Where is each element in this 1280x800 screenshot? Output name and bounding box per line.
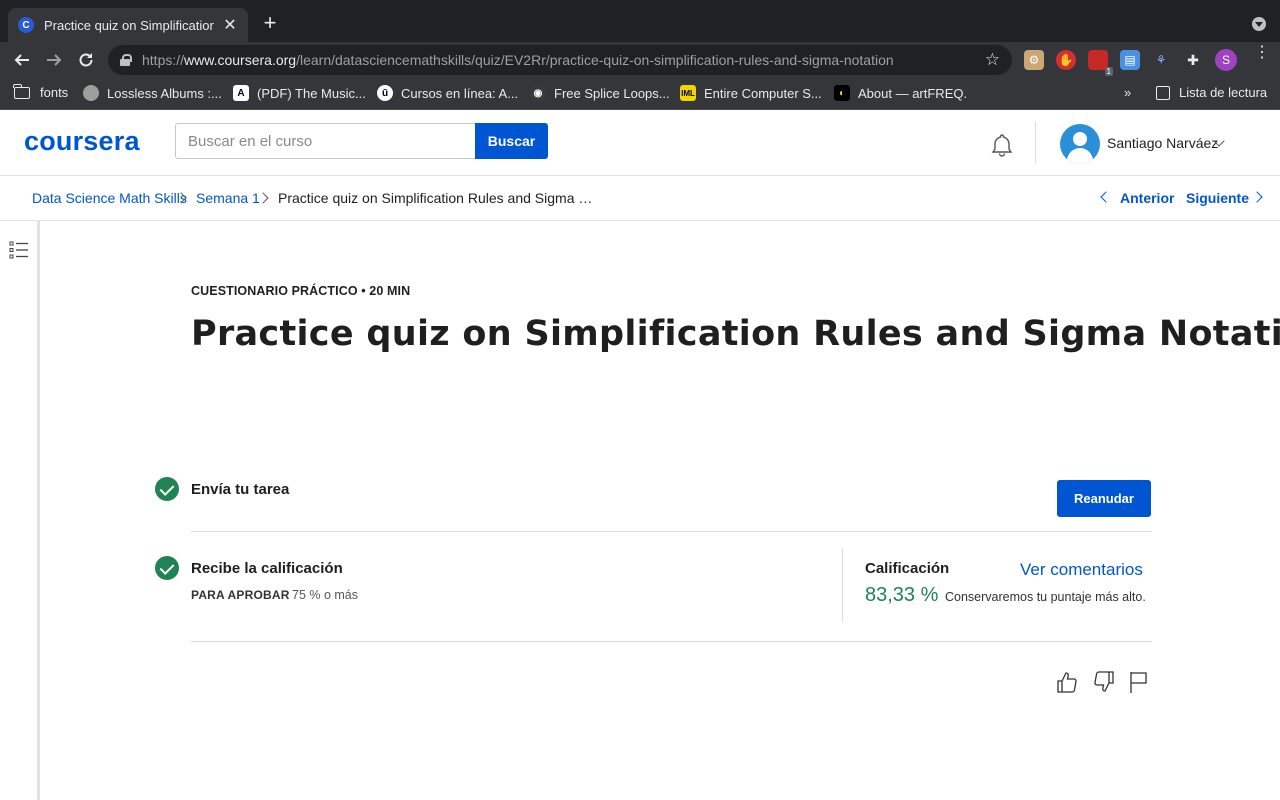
tab-search-icon[interactable]	[1252, 17, 1266, 31]
bookmark-item[interactable]: Lossless Albums :...	[83, 85, 222, 101]
step-submit-label: Envía tu tarea	[191, 481, 290, 498]
more-bookmarks-icon[interactable]: »	[1124, 85, 1131, 100]
breadcrumb: Data Science Math Skills Semana 1 Practi…	[0, 176, 1280, 221]
quiz-eyebrow: CUESTIONARIO PRÁCTICO • 20 MIN	[191, 284, 411, 298]
section-divider	[191, 641, 1152, 642]
grade-value: 83,33 %	[865, 584, 939, 606]
address-bar[interactable]: https://www.coursera.org/learn/datascien…	[108, 45, 1012, 75]
extension-icon[interactable]: ⚙	[1024, 50, 1044, 70]
extension-badge-icon[interactable]: 1	[1088, 50, 1113, 76]
page-title: Practice quiz on Simplification Rules an…	[191, 314, 1280, 354]
section-divider	[191, 531, 1152, 532]
more-menu-icon[interactable]: ⋮	[1254, 45, 1270, 61]
bookmark-star-icon[interactable]: ☆	[985, 50, 1000, 70]
forward-icon[interactable]	[42, 48, 66, 72]
next-link[interactable]: Siguiente	[1186, 190, 1249, 206]
chevron-left-icon[interactable]	[1100, 191, 1112, 203]
bookmark-item[interactable]: ◐ About — artFREQ.	[834, 85, 967, 101]
previous-link[interactable]: Anterior	[1120, 190, 1174, 206]
bookmark-item[interactable]: ◉ Free Splice Loops...	[530, 85, 670, 101]
adblock-icon[interactable]: ✋	[1056, 50, 1076, 70]
course-outline-rail	[0, 221, 40, 800]
user-name[interactable]: Santiago Narváez	[1107, 135, 1218, 151]
bookmark-item[interactable]: ū Cursos en línea: A...	[377, 85, 518, 101]
bookmark-item[interactable]: IML Entire Computer S...	[680, 85, 822, 101]
browser-tab-strip: C Practice quiz on Simplification ✕ +	[0, 0, 1280, 42]
browser-tab[interactable]: C Practice quiz on Simplification ✕	[8, 8, 248, 42]
splice-icon: ◉	[530, 85, 546, 101]
artfreq-icon: ◐	[834, 85, 850, 101]
thumbs-up-icon[interactable]	[1056, 670, 1078, 694]
reading-list[interactable]: Lista de lectura	[1156, 85, 1267, 100]
coursera-logo[interactable]: coursera	[24, 126, 140, 157]
pass-value: 75 % o más	[292, 588, 359, 602]
coursera-favicon-icon: C	[18, 17, 34, 33]
check-circle-icon	[155, 477, 179, 501]
pass-label: PARA APROBAR	[191, 588, 290, 602]
folder-icon	[13, 83, 30, 99]
academia-icon: A	[233, 85, 249, 101]
resume-button[interactable]: Reanudar	[1057, 480, 1151, 517]
grade-label: Calificación	[865, 560, 950, 577]
reading-list-icon	[1156, 85, 1170, 100]
back-icon[interactable]	[10, 48, 34, 72]
new-tab-icon[interactable]: +	[258, 12, 282, 34]
breadcrumb-week[interactable]: Semana 1	[196, 190, 260, 206]
bookmarks-bar: fonts Lossless Albums :... A (PDF) The M…	[0, 78, 1280, 110]
user-avatar[interactable]	[1060, 124, 1100, 164]
grade-divider	[842, 548, 843, 622]
chevron-right-icon[interactable]	[1251, 191, 1263, 203]
site-header: coursera Buscar Santiago Narváez	[0, 111, 1280, 176]
reload-icon[interactable]	[74, 48, 98, 72]
bookmark-item[interactable]: A (PDF) The Music...	[233, 85, 366, 101]
outline-list-icon[interactable]	[9, 241, 29, 259]
udemy-icon: ū	[377, 85, 393, 101]
breadcrumb-course[interactable]: Data Science Math Skills	[32, 190, 187, 206]
globe-icon	[83, 85, 99, 101]
browser-toolbar: https://www.coursera.org/learn/datascien…	[0, 42, 1280, 78]
iml-icon: IML	[680, 85, 696, 101]
extension-icon[interactable]: ⚘	[1151, 50, 1171, 70]
tab-title: Practice quiz on Simplification	[44, 17, 214, 33]
flag-icon[interactable]	[1129, 670, 1151, 694]
view-feedback-link[interactable]: Ver comentarios	[1020, 560, 1143, 580]
breadcrumb-current: Practice quiz on Simplification Rules an…	[278, 190, 593, 206]
profile-avatar[interactable]: S	[1215, 49, 1237, 71]
thumbs-down-icon[interactable]	[1093, 670, 1115, 694]
url-text: https://www.coursera.org/learn/datascien…	[142, 52, 894, 68]
bookmark-item[interactable]: fonts	[13, 83, 68, 100]
search-button[interactable]: Buscar	[475, 123, 548, 159]
puzzle-icon[interactable]: ✚	[1183, 50, 1203, 70]
notifications-bell-icon[interactable]	[989, 132, 1015, 163]
docs-icon[interactable]: ▤	[1120, 50, 1140, 70]
tab-close-icon[interactable]: ✕	[222, 15, 238, 35]
check-circle-icon	[155, 556, 179, 580]
grade-note: Conservaremos tu puntaje más alto.	[945, 590, 1146, 604]
search-input[interactable]	[175, 123, 475, 159]
header-divider	[1035, 122, 1036, 164]
step-grade-label: Recibe la calificación	[191, 560, 343, 577]
lock-icon	[120, 54, 132, 66]
